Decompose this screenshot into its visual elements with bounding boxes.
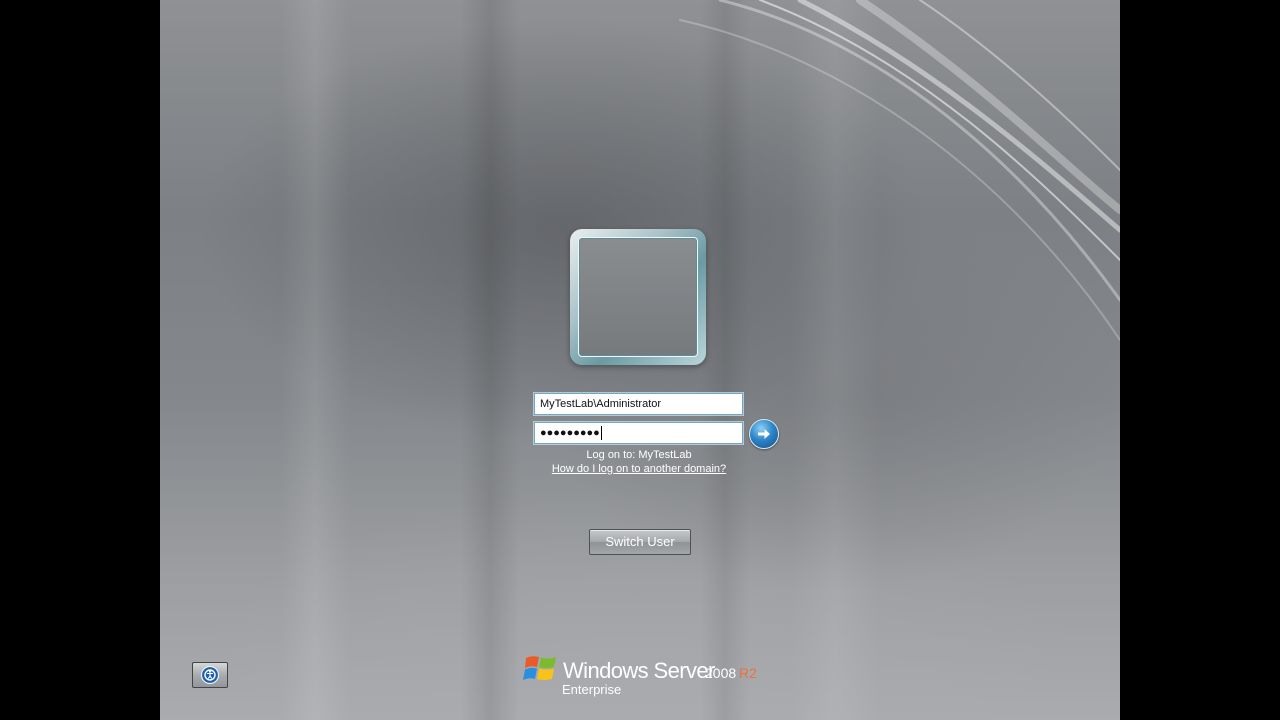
product-branding: Windows Server 2008 R2 Enterprise [523, 650, 763, 702]
product-release: R2 [739, 665, 757, 681]
switch-user-button[interactable]: Switch User [589, 529, 691, 555]
arrow-right-circle-icon [758, 429, 770, 439]
other-domain-help-link[interactable]: How do I log on to another domain? [514, 463, 764, 475]
submit-logon-button[interactable] [749, 419, 779, 449]
password-field[interactable]: ●●●●●●●●● [534, 422, 743, 444]
username-field[interactable]: MyTestLab\Administrator [534, 393, 743, 415]
product-version: 2008 [705, 665, 737, 681]
user-picture [578, 237, 698, 357]
text-caret [600, 426, 602, 441]
username-value: MyTestLab\Administrator [540, 398, 662, 410]
product-edition: Enterprise [562, 682, 622, 697]
user-tile [570, 229, 706, 365]
logon-domain-text: Log on to: MyTestLab [586, 449, 692, 461]
password-mask: ●●●●●●●●● [540, 427, 600, 439]
windows-flag-icon [523, 656, 556, 680]
ease-of-access-icon [200, 665, 220, 685]
product-name: Windows Server [563, 658, 715, 683]
logon-screen: MyTestLab\Administrator ●●●●●●●●● Log on… [160, 0, 1120, 720]
ease-of-access-button[interactable] [192, 662, 228, 688]
